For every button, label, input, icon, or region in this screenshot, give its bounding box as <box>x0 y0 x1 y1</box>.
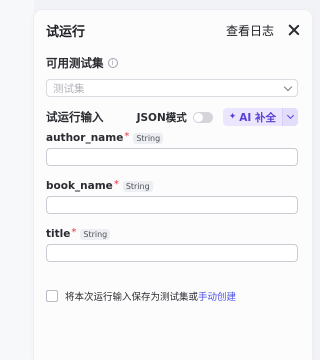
header-actions: 查看日志 <box>226 22 300 39</box>
author-name-input[interactable] <box>46 148 298 166</box>
type-tag: String <box>122 180 153 192</box>
field-label-title: title * String <box>46 226 111 240</box>
field-name: author_name <box>46 132 124 144</box>
panel-header: 试运行 查看日志 <box>46 19 300 41</box>
chevron-down-icon <box>286 111 295 120</box>
ai-complete-button[interactable]: ✦ AI 补全 <box>222 108 298 126</box>
save-as-test-set-row: 将本次运行输入保存为测试集或手动创建 <box>46 289 236 303</box>
type-tag: String <box>80 228 111 240</box>
toggle-knob <box>193 112 203 122</box>
run-input-controls: JSON模式 ✦ AI 补全 <box>137 108 298 126</box>
field-name: title <box>46 228 71 240</box>
run-input-row: 试运行输入 JSON模式 ✦ AI 补全 <box>46 107 298 127</box>
required-mark: * <box>113 178 119 190</box>
ai-complete-main[interactable]: ✦ AI 补全 <box>222 108 282 126</box>
manual-create-link[interactable]: 手动创建 <box>198 292 236 303</box>
field-label-author-name: author_name * String <box>46 130 164 144</box>
test-set-placeholder: 测试集 <box>53 82 85 95</box>
view-log-button[interactable]: 查看日志 <box>226 22 274 39</box>
test-set-label-row: 可用测试集 i <box>46 55 118 71</box>
type-tag: String <box>133 132 164 144</box>
title-input[interactable] <box>46 244 298 262</box>
save-as-test-set-text: 将本次运行输入保存为测试集或手动创建 <box>65 289 236 303</box>
sparkle-icon: ✦ <box>228 112 237 122</box>
json-mode-label: JSON模式 <box>136 111 187 124</box>
ai-complete-label: AI 补全 <box>239 111 276 124</box>
test-set-label: 可用测试集 <box>46 56 104 70</box>
field-name: book_name <box>46 180 113 192</box>
test-set-select[interactable]: 测试集 <box>46 79 298 97</box>
info-icon[interactable]: i <box>107 58 118 68</box>
required-mark: * <box>124 130 130 142</box>
test-run-panel: 试运行 查看日志 可用测试集 i 测试集 试运行输入 JSON模式 ✦ AI 补… <box>34 10 312 360</box>
save-as-test-set-label: 将本次运行输入保存为测试集或 <box>65 292 199 303</box>
chevron-down-icon <box>283 82 293 91</box>
ai-complete-dropdown[interactable] <box>282 108 298 126</box>
run-input-label: 试运行输入 <box>46 110 104 124</box>
backdrop <box>0 0 34 360</box>
close-icon[interactable] <box>288 24 300 36</box>
json-mode-toggle[interactable] <box>192 111 213 123</box>
save-as-test-set-checkbox[interactable] <box>46 290 58 302</box>
required-mark: * <box>71 226 77 238</box>
field-label-book-name: book_name * String <box>46 178 153 192</box>
panel-title: 试运行 <box>46 24 86 40</box>
book-name-input[interactable] <box>46 196 298 214</box>
